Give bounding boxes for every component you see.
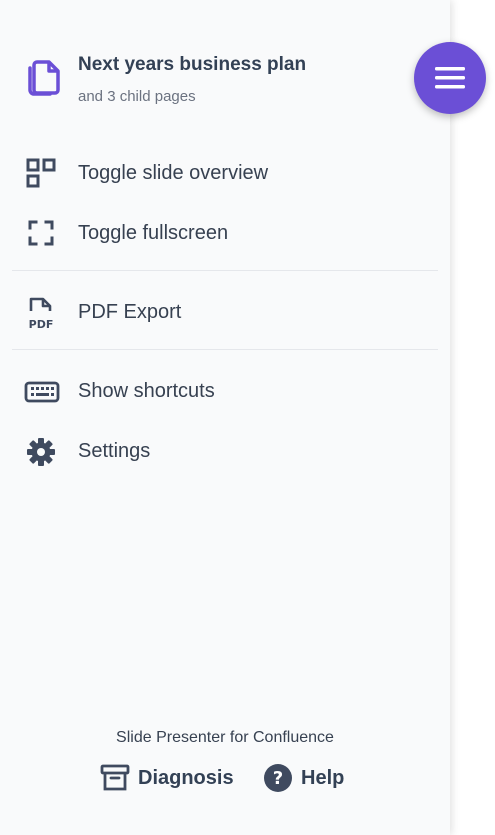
keyboard-icon: [24, 376, 60, 408]
child-pages-count: and 3 child pages: [78, 88, 196, 105]
gear-icon: [24, 436, 58, 468]
help-label: Help: [301, 767, 345, 789]
toggle-fullscreen-label: Toggle fullscreen: [78, 222, 229, 244]
svg-text:PDF: PDF: [29, 318, 54, 331]
toggle-fullscreen-item[interactable]: Toggle fullscreen: [0, 210, 450, 256]
presenter-sidebar-panel: Next years business plan and 3 child pag…: [0, 0, 450, 835]
presentation-title: Next years business plan: [78, 54, 307, 75]
fullscreen-icon: [24, 218, 58, 250]
menu-divider: [12, 349, 438, 350]
menu-divider: [12, 270, 438, 271]
diagnosis-label: Diagnosis: [138, 767, 234, 789]
product-brand: Slide Presenter for Confluence: [116, 729, 334, 746]
presentation-header: Next years business plan and 3 child pag…: [24, 54, 404, 110]
svg-text:?: ?: [273, 768, 283, 789]
grid-overview-icon: [24, 158, 58, 190]
toggle-slide-overview-item[interactable]: Toggle slide overview: [0, 150, 450, 196]
archive-box-icon: [100, 763, 130, 793]
hamburger-menu-icon: [435, 67, 465, 89]
pdf-export-item[interactable]: PDF PDF Export: [0, 289, 450, 335]
copy-pages-icon: [24, 58, 62, 98]
toggle-slide-overview-label: Toggle slide overview: [78, 162, 269, 184]
hamburger-menu-button[interactable]: [414, 42, 486, 114]
show-shortcuts-item[interactable]: Show shortcuts: [0, 368, 450, 414]
settings-item[interactable]: Settings: [0, 428, 450, 474]
help-question-icon: ?: [263, 763, 293, 793]
settings-label: Settings: [78, 440, 151, 462]
show-shortcuts-label: Show shortcuts: [78, 380, 215, 402]
pdf-export-label: PDF Export: [78, 301, 182, 323]
pdf-file-icon: PDF: [24, 297, 58, 331]
